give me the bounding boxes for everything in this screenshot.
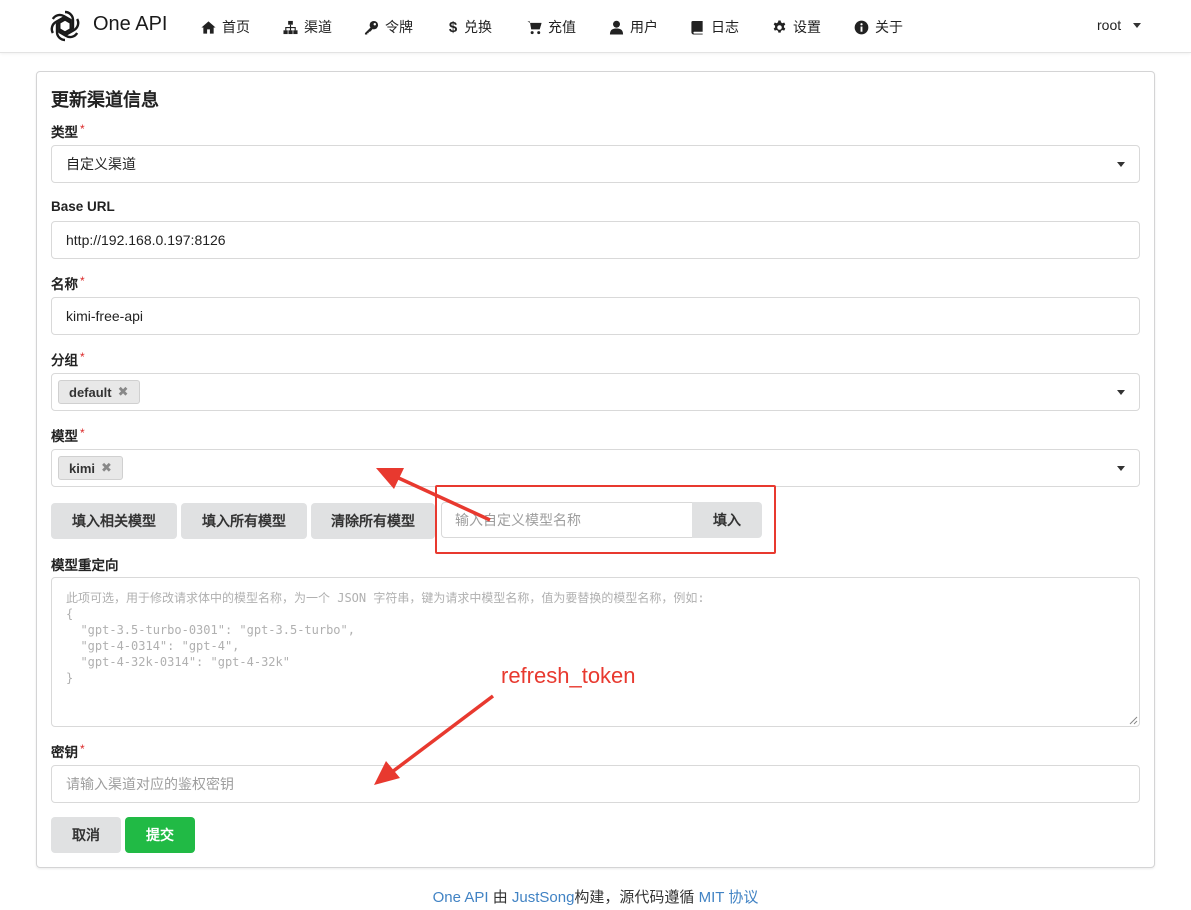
required-mark: * <box>80 350 85 364</box>
base-url-label-text: Base URL <box>51 199 115 214</box>
clear-all-models-button[interactable]: 清除所有模型 <box>311 503 435 539</box>
nav-label-settings: 设置 <box>793 19 821 35</box>
sitemap-icon <box>283 20 298 34</box>
book-icon <box>691 20 703 35</box>
type-label: 类型 * <box>51 121 85 141</box>
cancel-button[interactable]: 取消 <box>51 817 121 853</box>
key-icon <box>364 20 379 35</box>
nav-label-topup: 充值 <box>548 19 576 35</box>
chevron-down-icon <box>1117 162 1125 167</box>
model-mapping-textarea[interactable]: 此项可选，用于修改请求体中的模型名称，为一个 JSON 字符串，键为请求中模型名… <box>51 577 1140 727</box>
required-mark: * <box>80 274 85 288</box>
footer: One API 由 JustSong构建，源代码遵循 MIT 协议 <box>0 886 1191 907</box>
refresh-token-annotation: refresh_token <box>501 663 636 688</box>
type-select[interactable]: 自定义渠道 <box>51 145 1140 183</box>
nav-label-tokens: 令牌 <box>385 19 413 35</box>
nav-item-tokens[interactable]: 令牌 <box>364 17 413 37</box>
nav-item-users[interactable]: 用户 <box>609 17 658 37</box>
nav-item-home[interactable]: 首页 <box>201 17 250 37</box>
nav-item-channels[interactable]: 渠道 <box>283 17 332 37</box>
group-label-text: 分组 <box>51 353 78 368</box>
footer-author-link[interactable]: JustSong <box>512 889 575 906</box>
models-label: 模型 * <box>51 425 85 445</box>
page-title: 更新渠道信息 <box>51 90 159 110</box>
fill-all-models-button[interactable]: 填入所有模型 <box>181 503 307 539</box>
nav-item-settings[interactable]: 设置 <box>772 17 821 37</box>
name-label-text: 名称 <box>51 277 78 292</box>
chevron-down-icon <box>1133 22 1142 28</box>
nav-label-channels: 渠道 <box>304 19 332 35</box>
resize-handle-icon[interactable] <box>1129 716 1138 725</box>
key-label: 密钥 * <box>51 741 85 761</box>
brand-name[interactable]: One API <box>93 13 168 36</box>
remove-chip-icon[interactable]: ✖ <box>118 384 129 400</box>
nav-item-about[interactable]: 关于 <box>854 17 903 37</box>
group-chip[interactable]: default ✖ <box>58 380 140 404</box>
nav-label-home: 首页 <box>222 19 250 35</box>
annotation-highlight-box <box>435 485 776 554</box>
nav-item-redeem[interactable]: $ 兑换 <box>448 17 492 37</box>
footer-license-link[interactable]: MIT 协议 <box>699 889 759 906</box>
name-label: 名称 * <box>51 273 85 293</box>
nav-label-users: 用户 <box>630 19 658 35</box>
footer-by: 由 <box>492 889 508 906</box>
key-input[interactable]: 请输入渠道对应的鉴权密钥 <box>51 765 1140 803</box>
models-select[interactable]: kimi ✖ <box>51 449 1140 487</box>
model-mapping-label-text: 模型重定向 <box>51 558 119 573</box>
top-navbar: One API 首页 渠道 令牌 $ 兑换 充值 用户 日志 设置 关于 roo… <box>0 0 1191 53</box>
dollar-icon: $ <box>448 18 458 36</box>
footer-middle: 构建，源代码遵循 <box>574 889 695 906</box>
nav-item-topup[interactable]: 充值 <box>527 17 576 37</box>
type-label-text: 类型 <box>51 125 78 140</box>
model-chip[interactable]: kimi ✖ <box>58 456 123 480</box>
home-icon <box>201 20 216 34</box>
nav-label-logs: 日志 <box>711 19 739 35</box>
base-url-input[interactable]: http://192.168.0.197:8126 <box>51 221 1140 259</box>
group-select[interactable]: default ✖ <box>51 373 1140 411</box>
remove-chip-icon[interactable]: ✖ <box>101 460 112 476</box>
user-name: root <box>1097 17 1122 33</box>
required-mark: * <box>80 426 85 440</box>
gear-icon <box>773 19 786 33</box>
base-url-value: http://192.168.0.197:8126 <box>66 232 226 248</box>
type-select-value: 自定义渠道 <box>66 156 136 172</box>
footer-project-link[interactable]: One API <box>433 889 489 906</box>
user-icon <box>609 20 624 35</box>
submit-button[interactable]: 提交 <box>125 817 195 853</box>
group-label: 分组 * <box>51 349 85 369</box>
nav-label-redeem: 兑换 <box>464 19 492 35</box>
nav-label-about: 关于 <box>875 19 903 35</box>
key-label-text: 密钥 <box>51 745 78 760</box>
nav-item-logs[interactable]: 日志 <box>690 17 739 37</box>
models-label-text: 模型 <box>51 429 78 444</box>
chevron-down-icon <box>1117 390 1125 395</box>
key-placeholder: 请输入渠道对应的鉴权密钥 <box>66 776 234 792</box>
group-chip-label: default <box>69 384 112 400</box>
openai-logo-icon[interactable] <box>47 8 83 44</box>
cart-icon <box>527 20 542 34</box>
user-menu[interactable]: root <box>1097 17 1142 33</box>
required-mark: * <box>80 122 85 136</box>
name-input[interactable]: kimi-free-api <box>51 297 1140 335</box>
name-value: kimi-free-api <box>66 308 144 324</box>
required-mark: * <box>80 742 85 756</box>
model-mapping-label: 模型重定向 <box>51 554 119 574</box>
base-url-label: Base URL <box>51 199 115 214</box>
fill-related-models-button[interactable]: 填入相关模型 <box>51 503 177 539</box>
info-icon <box>854 20 869 34</box>
model-chip-label: kimi <box>69 460 96 476</box>
chevron-down-icon <box>1117 466 1125 471</box>
